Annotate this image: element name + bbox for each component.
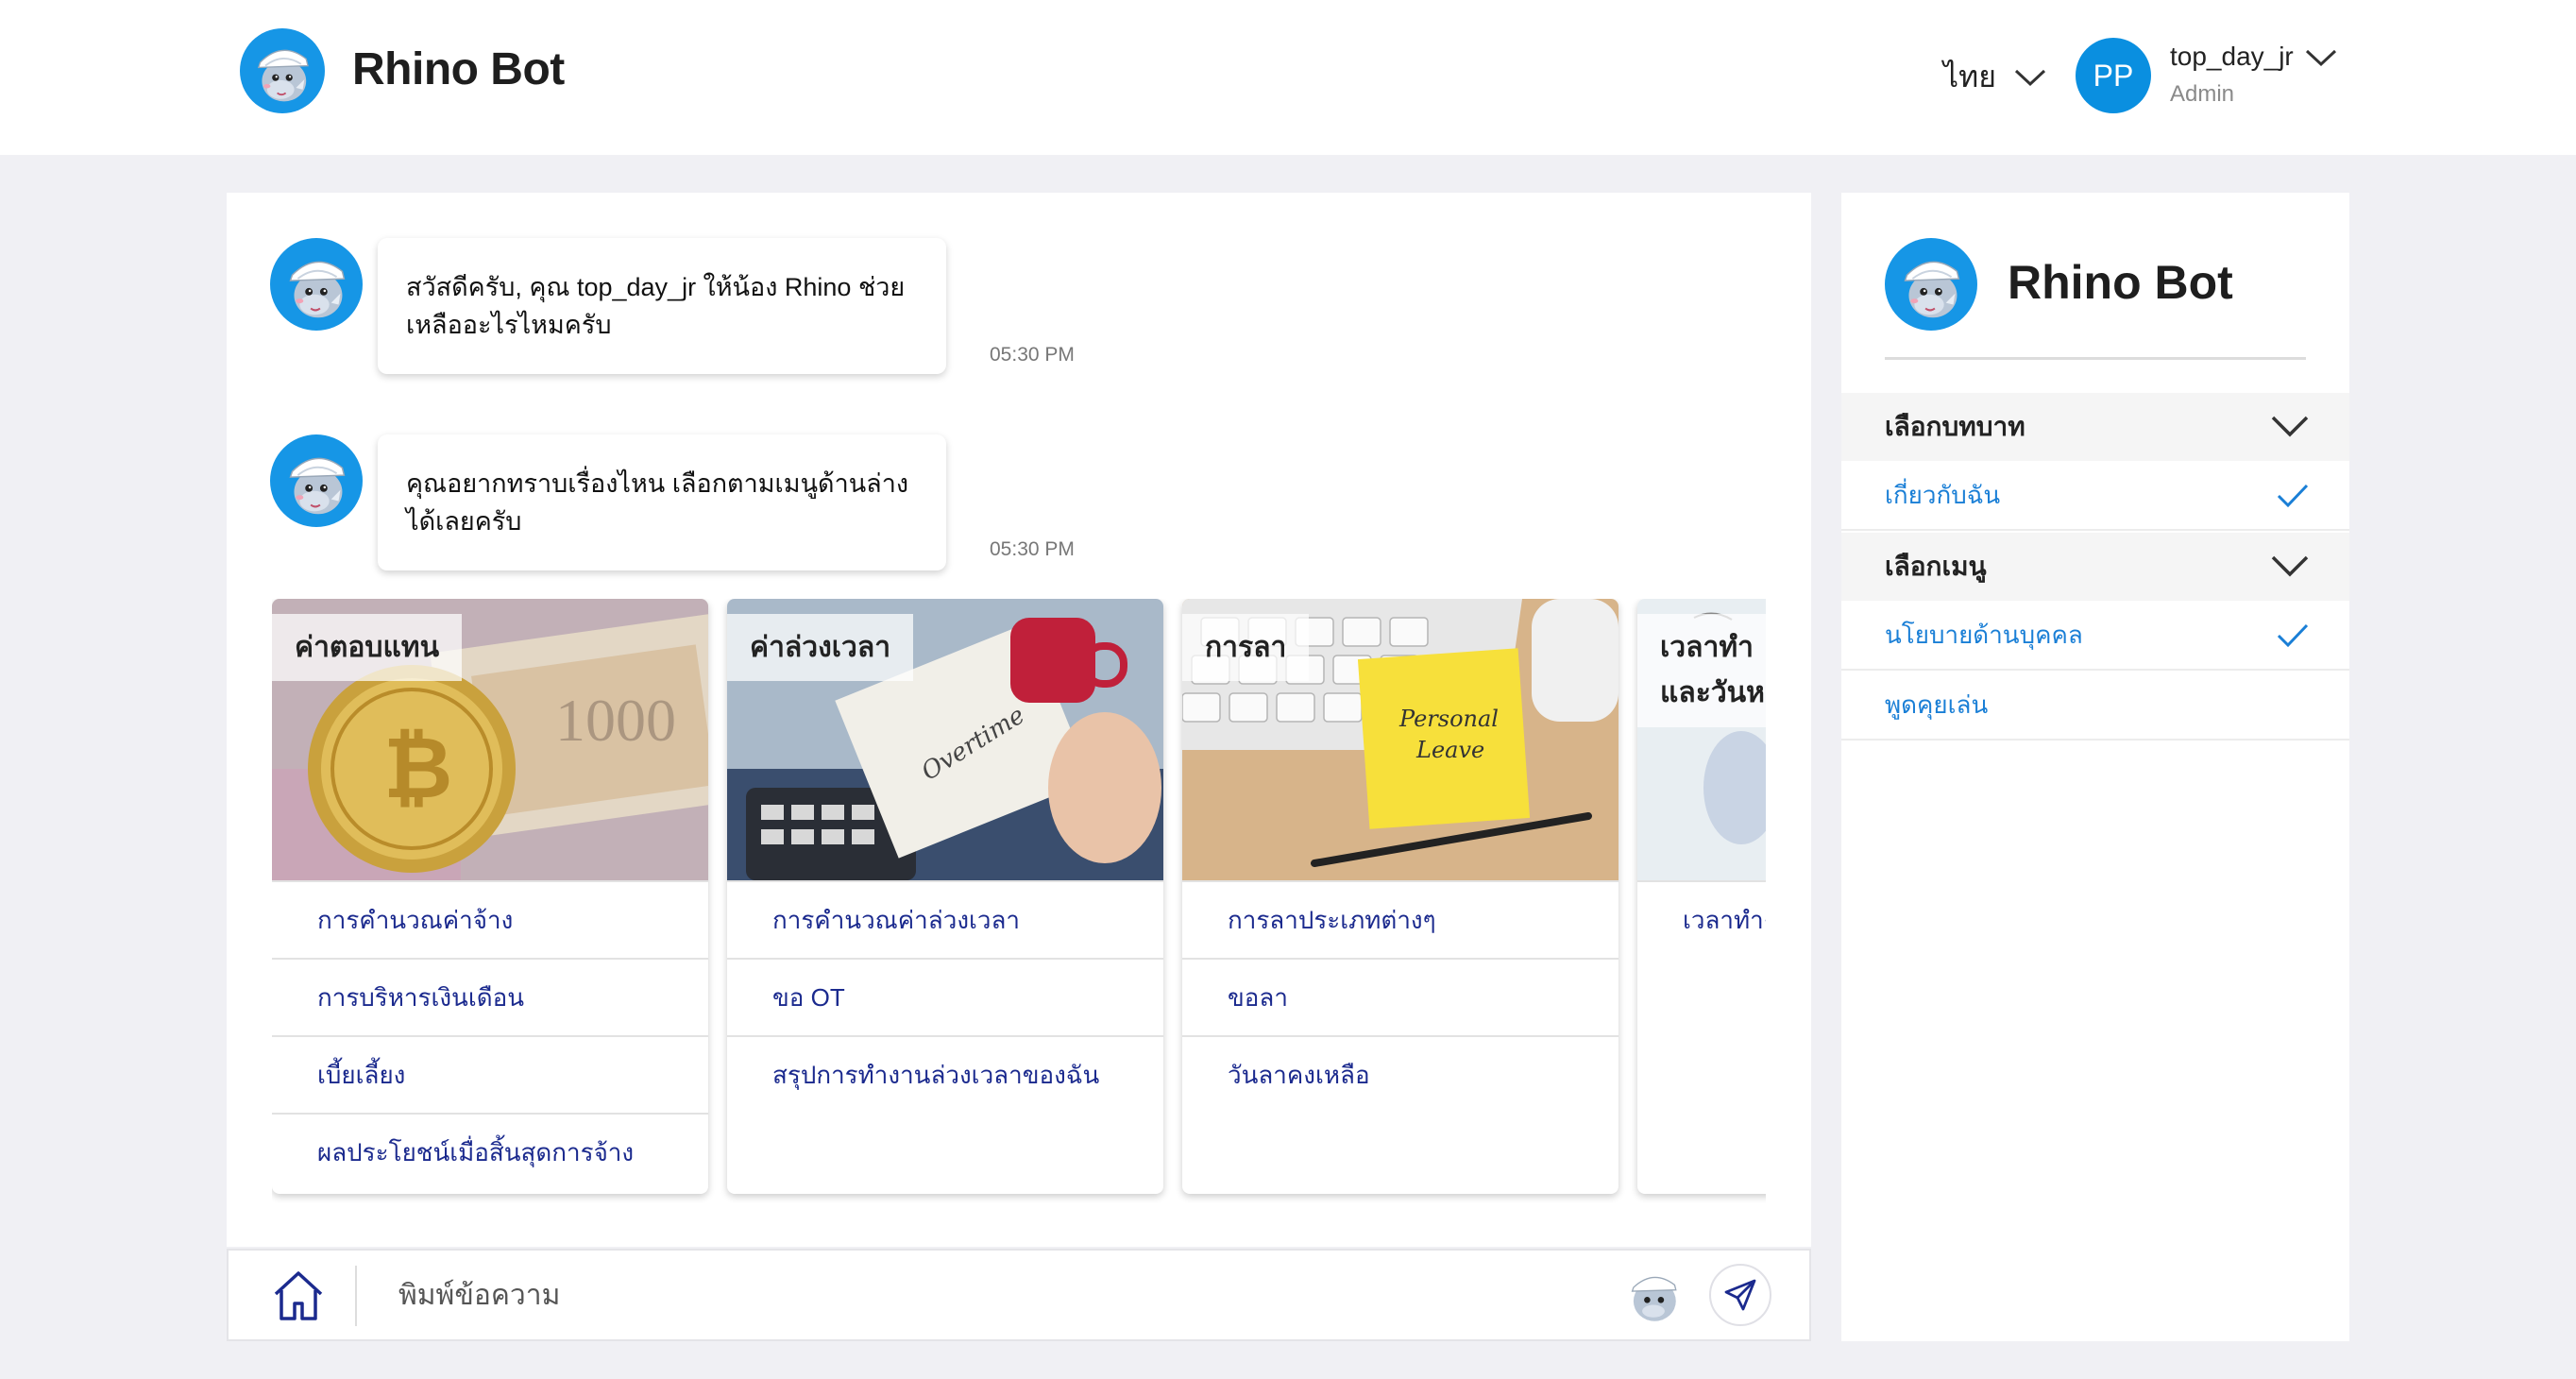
sidebar: Rhino Bot เลือกบทบาท เกี่ยวกับฉัน เลือกเ… bbox=[1841, 193, 2349, 1341]
message-input[interactable] bbox=[398, 1264, 1720, 1328]
card-menu-item[interactable]: ขอ OT bbox=[727, 958, 1163, 1035]
user-avatar[interactable]: PP bbox=[2076, 38, 2151, 113]
chevron-down-icon bbox=[2271, 555, 2309, 577]
section-heading: เลือกบทบาท bbox=[1885, 412, 2025, 441]
card-title: การลา bbox=[1182, 614, 1310, 681]
card-title-line: และวันห bbox=[1660, 677, 1765, 708]
rhino-bot-icon[interactable] bbox=[1622, 1264, 1685, 1326]
card-menu-item[interactable]: การคำนวณค่าจ้าง bbox=[272, 880, 708, 958]
sidebar-item-hr-policy[interactable]: นโยบายด้านบุคคล bbox=[1841, 601, 2349, 671]
menu-carousel[interactable]: 1000 ₿ ค่าตอบแทน การคำนวณค่าจ้าง การบริห… bbox=[272, 599, 1766, 1203]
sidebar-item-label: นโยบายด้านบุคคล bbox=[1885, 620, 2083, 649]
check-icon bbox=[2277, 623, 2309, 648]
card-image-overtime-notebook: Overtime ค่าล่วงเวลา bbox=[727, 599, 1163, 880]
language-label: ไทย bbox=[1943, 60, 1996, 94]
section-select-role[interactable]: เลือกบทบาท bbox=[1841, 393, 2349, 461]
language-selector[interactable]: ไทย bbox=[1943, 53, 2047, 101]
rhino-bot-logo[interactable] bbox=[240, 28, 325, 113]
sidebar-item-label: เกี่ยวกับฉัน bbox=[1885, 480, 2001, 509]
card-menu-item[interactable]: ผลประโยชน์เมื่อสิ้นสุดการจ้าง bbox=[272, 1113, 708, 1190]
card-menu-item[interactable]: การบริหารเงินเดือน bbox=[272, 958, 708, 1035]
message-input-bar bbox=[227, 1249, 1811, 1341]
card-title-line: เวลาทำ bbox=[1660, 632, 1754, 663]
card-menu-item[interactable]: การคำนวณค่าล่วงเวลา bbox=[727, 880, 1163, 958]
check-icon bbox=[2277, 484, 2309, 508]
bot-avatar bbox=[270, 434, 363, 527]
card-menu-item[interactable]: เวลาทำง bbox=[1637, 880, 1766, 958]
sidebar-divider bbox=[1885, 357, 2306, 360]
card-menu-item[interactable]: วันลาคงเหลือ bbox=[1182, 1035, 1618, 1113]
message-time: 05:30 PM bbox=[990, 538, 1075, 560]
card-image-working-hours: เวลาทำ และวันห bbox=[1637, 599, 1766, 880]
sidebar-title: Rhino Bot bbox=[2008, 256, 2233, 309]
message-text: สวัสดีครับ, คุณ top_day_jr ให้น้อง Rhino… bbox=[406, 273, 906, 339]
message-time: 05:30 PM bbox=[990, 344, 1075, 366]
bot-message-bubble: คุณอยากทราบเรื่องไหน เลือกตามเมนูด้านล่า… bbox=[378, 434, 946, 570]
leave-text: Leave bbox=[1415, 737, 1484, 763]
card-title: ค่าล่วงเวลา bbox=[727, 614, 914, 681]
input-divider bbox=[355, 1266, 357, 1326]
home-icon[interactable] bbox=[270, 1268, 327, 1324]
card-menu-item[interactable]: เบี้ยเลี้ยง bbox=[272, 1035, 708, 1113]
chevron-down-icon bbox=[2271, 416, 2309, 437]
send-icon bbox=[1724, 1279, 1756, 1311]
card-title: เวลาทำ และวันห bbox=[1637, 614, 1766, 727]
card-title: ค่าตอบแทน bbox=[272, 614, 463, 681]
sidebar-item-small-talk[interactable]: พูดคุยเล่น bbox=[1841, 671, 2349, 741]
svg-text:₿: ₿ bbox=[383, 722, 452, 816]
personal-text: Personal bbox=[1398, 706, 1499, 732]
user-name[interactable]: top_day_jr bbox=[2170, 42, 2294, 72]
menu-card-compensation: 1000 ₿ ค่าตอบแทน การคำนวณค่าจ้าง การบริห… bbox=[272, 599, 708, 1194]
card-menu-item[interactable]: สรุปการทำงานล่วงเวลาของฉัน bbox=[727, 1035, 1163, 1113]
send-button[interactable] bbox=[1709, 1264, 1771, 1326]
section-select-menu[interactable]: เลือกเมนู bbox=[1841, 533, 2349, 601]
menu-card-working-hours: เวลาทำ และวันห เวลาทำง bbox=[1637, 599, 1766, 1194]
bot-message-bubble: สวัสดีครับ, คุณ top_day_jr ให้น้อง Rhino… bbox=[378, 238, 946, 374]
card-image-personal-leave: Personal Leave การลา bbox=[1182, 599, 1618, 880]
chevron-down-icon bbox=[2014, 69, 2045, 86]
bot-avatar bbox=[270, 238, 363, 331]
card-image-coin-banknotes: 1000 ₿ ค่าตอบแทน bbox=[272, 599, 708, 880]
card-menu-item[interactable]: การลาประเภทต่างๆ bbox=[1182, 880, 1618, 958]
app-title: Rhino Bot bbox=[352, 44, 565, 94]
sidebar-item-label: พูดคุยเล่น bbox=[1885, 690, 1989, 719]
user-menu-chevron-icon[interactable] bbox=[2304, 47, 2338, 68]
chat-panel: สวัสดีครับ, คุณ top_day_jr ให้น้อง Rhino… bbox=[227, 193, 1811, 1247]
section-heading: เลือกเมนู bbox=[1885, 552, 1987, 581]
menu-card-overtime: Overtime ค่าล่วงเวลา การคำนวณค่าล่วงเวลา… bbox=[727, 599, 1163, 1194]
user-role: Admin bbox=[2170, 81, 2235, 107]
card-menu-item[interactable]: ขอลา bbox=[1182, 958, 1618, 1035]
svg-text:1000: 1000 bbox=[555, 687, 676, 754]
message-text: คุณอยากทราบเรื่องไหน เลือกตามเมนูด้านล่า… bbox=[406, 469, 909, 536]
top-header: Rhino Bot ไทย PP top_day_jr Admin bbox=[0, 0, 2576, 155]
sidebar-item-about-me[interactable]: เกี่ยวกับฉัน bbox=[1841, 461, 2349, 531]
rhino-bot-logo bbox=[1885, 238, 1977, 331]
menu-card-leave: Personal Leave การลา การลาประเภทต่างๆ ขอ… bbox=[1182, 599, 1618, 1194]
